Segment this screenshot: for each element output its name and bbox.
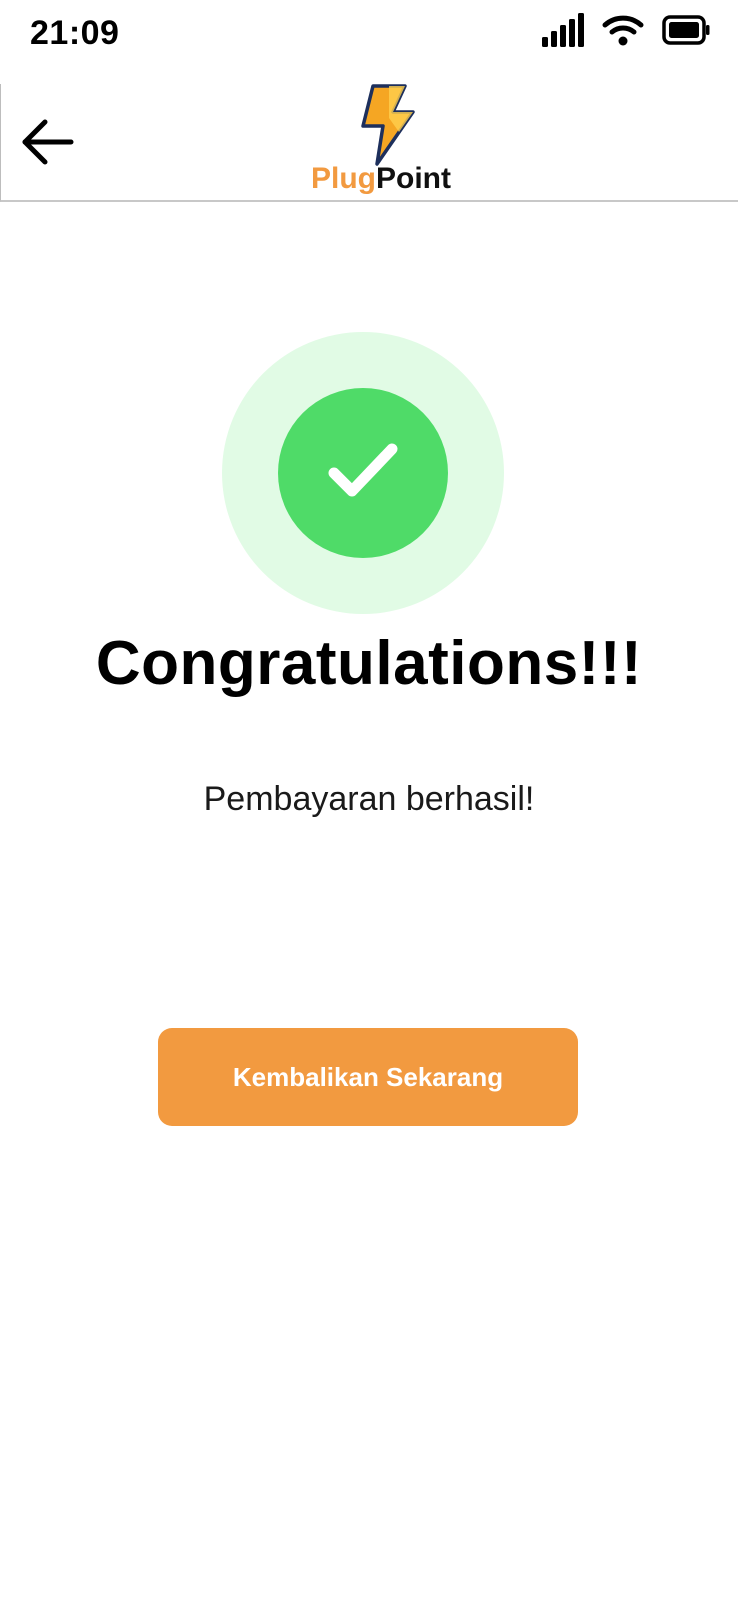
back-button[interactable] [15,112,79,176]
status-time: 21:09 [30,14,120,52]
payment-success-message: Pembayaran berhasil! [203,780,535,818]
success-badge [222,332,504,614]
logo-text: PlugPoint [311,162,451,196]
app-header: PlugPoint [0,84,738,202]
status-icons [542,12,710,52]
return-now-button[interactable]: Kembalikan Sekarang [158,1028,578,1126]
battery-icon [662,14,710,50]
cellular-signal-icon [542,12,584,52]
success-circle [278,388,448,558]
arrow-left-icon [19,117,75,172]
wifi-icon [602,14,644,51]
logo-text-point: Point [376,162,451,195]
checkmark-icon [328,441,398,506]
payment-success-screen: 21:09 PlugPoint Congratulations!!! Pemba… [0,0,738,1600]
lightning-bolt-icon [359,84,415,171]
status-bar: 21:09 [0,0,738,78]
logo-text-plug: Plug [311,162,376,195]
congratulations-heading: Congratulations!!! [95,629,643,698]
plugpoint-logo: PlugPoint [301,84,471,200]
